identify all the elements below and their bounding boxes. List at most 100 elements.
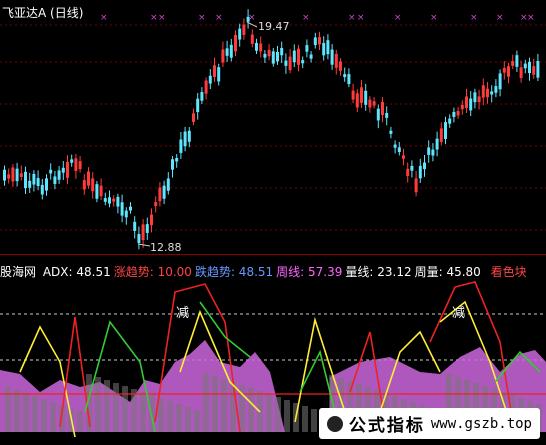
- candle-body: [334, 53, 338, 68]
- candle-body: [523, 63, 527, 69]
- candle-body: [355, 93, 359, 108]
- candle-body: [78, 161, 82, 170]
- signal-mark: ×: [215, 13, 223, 23]
- volume-bar: [77, 411, 83, 432]
- candle-body: [469, 98, 473, 111]
- volume-bar: [23, 393, 29, 432]
- volume-bar: [32, 396, 38, 432]
- volume-bar: [104, 380, 110, 432]
- low-leader: [137, 243, 151, 247]
- candle-body: [99, 185, 103, 197]
- candle-body: [82, 180, 86, 190]
- candle-body: [435, 138, 439, 150]
- signal-mark: ×: [394, 13, 402, 23]
- candle-body: [456, 111, 460, 116]
- candle-body: [490, 91, 494, 95]
- candle-body: [511, 61, 515, 66]
- candle-body: [246, 16, 250, 22]
- watermark-text: 公式指标: [348, 416, 425, 436]
- candle-body: [57, 170, 61, 180]
- volume-bar: [311, 409, 317, 432]
- candle-body: [183, 131, 187, 147]
- volume-bar: [185, 407, 191, 432]
- candle-body: [532, 66, 536, 75]
- candle-body: [515, 55, 519, 67]
- candle-body: [217, 67, 221, 82]
- volume-bar: [131, 389, 137, 432]
- candle-body: [452, 111, 456, 118]
- volume-bar: [230, 382, 236, 432]
- annotation-1: 减: [176, 306, 190, 321]
- volume-bar: [95, 377, 101, 432]
- watermark-url: www.gszb.top: [430, 415, 532, 432]
- candle-body: [213, 65, 216, 78]
- low-price-label: 12.88: [150, 241, 182, 254]
- volume-bar: [275, 397, 281, 432]
- candle-body: [255, 42, 258, 51]
- candle-body: [263, 53, 267, 58]
- candle-body: [271, 51, 275, 64]
- candle-body: [364, 90, 368, 105]
- candle-body: [284, 60, 288, 66]
- candle-body: [481, 85, 485, 98]
- signal-mark: ×: [527, 13, 535, 23]
- candle-body: [150, 214, 153, 226]
- candle-body: [431, 149, 435, 156]
- candle-body: [242, 24, 246, 35]
- candle-body: [91, 178, 95, 192]
- candle-body: [427, 147, 431, 155]
- candle-body: [250, 34, 254, 44]
- candle-body: [439, 128, 443, 142]
- price-chart-pane[interactable]: × × × × × × × × × × × × × × × 飞亚达A (日线) 19.47 12.88: [0, 0, 546, 254]
- volume-bar: [212, 376, 218, 432]
- candle-body: [120, 202, 124, 216]
- volume-bar: [248, 388, 254, 432]
- candle-body: [519, 67, 523, 78]
- candle-body: [389, 130, 393, 134]
- candle-body: [87, 171, 90, 186]
- signal-mark: ×: [158, 13, 166, 23]
- candle-body: [372, 101, 376, 106]
- candle-body: [385, 113, 389, 118]
- watermark: 公式指标 www.gszb.top: [318, 408, 540, 439]
- candle-body: [397, 147, 401, 153]
- candle-body: [313, 37, 317, 46]
- candle-body: [49, 169, 53, 174]
- candle-body: [536, 61, 540, 78]
- candle-body: [179, 139, 183, 153]
- candle-body: [368, 99, 372, 108]
- candle-body: [414, 178, 418, 193]
- candle-body: [7, 174, 11, 179]
- candle-body: [280, 47, 284, 56]
- candle-body: [267, 49, 271, 57]
- volume-bar: [194, 410, 200, 432]
- candle-body: [141, 224, 145, 241]
- logo-icon: [326, 415, 343, 432]
- candle-body: [53, 176, 57, 184]
- candle-body: [116, 196, 120, 207]
- candle-body: [498, 73, 502, 90]
- candle-body: [70, 159, 74, 163]
- candlestick-chart[interactable]: × × × × × × × × × × × × × × ×: [0, 0, 546, 252]
- signal-mark: ×: [430, 13, 438, 23]
- candle-body: [133, 221, 137, 231]
- candle-body: [238, 28, 242, 40]
- candle-body: [137, 234, 141, 243]
- candle-body: [103, 198, 107, 202]
- candle-body: [301, 60, 305, 64]
- volume-bar: [284, 400, 290, 432]
- volume-bar: [176, 404, 182, 432]
- candle-body: [448, 118, 452, 124]
- candle-body: [196, 98, 200, 113]
- candle-body: [460, 104, 464, 110]
- pane-divider[interactable]: [0, 254, 546, 255]
- candle-body: [108, 197, 111, 204]
- volume-bar: [158, 398, 164, 432]
- signal-mark: ×: [302, 13, 310, 23]
- candle-body: [528, 61, 531, 74]
- candle-body: [276, 51, 279, 62]
- candle-body: [444, 122, 447, 139]
- signal-mark: ×: [496, 13, 504, 23]
- candle-body: [74, 158, 78, 171]
- candle-body: [3, 169, 6, 181]
